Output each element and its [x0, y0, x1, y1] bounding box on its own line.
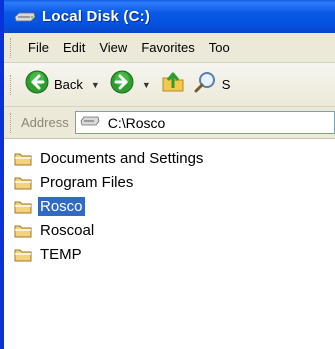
folder-icon — [14, 153, 32, 165]
address-path: C:\Rosco — [107, 114, 166, 131]
menu-edit[interactable]: Edit — [56, 40, 92, 55]
drive-icon — [14, 10, 36, 24]
back-button[interactable]: Back — [21, 68, 87, 102]
menu-favorites[interactable]: Favorites — [134, 40, 201, 55]
folder-label: Program Files — [40, 174, 134, 191]
drive-icon — [80, 114, 100, 132]
address-grip[interactable] — [10, 112, 13, 133]
toolbar-grip[interactable] — [10, 74, 13, 95]
back-dropdown-icon[interactable]: ▼ — [91, 80, 100, 90]
menu-file[interactable]: File — [21, 40, 56, 55]
folder-icon — [14, 249, 32, 261]
folder-label: TEMP — [40, 246, 82, 263]
forward-arrow-icon — [110, 70, 134, 99]
folder-label: Documents and Settings — [40, 150, 204, 167]
folder-item-rosco[interactable]: Rosco — [14, 195, 335, 218]
back-label: Back — [54, 77, 83, 92]
menu-tools[interactable]: Too — [202, 40, 237, 55]
folder-item-roscoal[interactable]: Roscoal — [14, 219, 335, 242]
explorer-window: Local Disk (C:) File Edit View Favorites… — [0, 0, 335, 349]
address-bar: Address C:\Rosco — [4, 107, 335, 139]
folder-icon — [14, 177, 32, 189]
menu-grip[interactable] — [10, 37, 13, 58]
toolbar: Back ▼ ▼ S — [4, 63, 335, 107]
menu-view[interactable]: View — [92, 40, 134, 55]
address-label: Address — [21, 115, 69, 130]
search-icon — [193, 70, 217, 99]
forward-button[interactable] — [106, 68, 138, 102]
search-label: S — [221, 77, 231, 92]
menu-bar: File Edit View Favorites Too — [4, 33, 335, 63]
title-bar[interactable]: Local Disk (C:) — [4, 0, 335, 33]
folder-label: Roscoal — [40, 222, 95, 239]
folder-list: Documents and Settings Program Files Ros… — [4, 139, 335, 349]
folder-item-documents-and-settings[interactable]: Documents and Settings — [14, 147, 335, 170]
window-title: Local Disk (C:) — [42, 8, 151, 25]
search-button[interactable]: S — [189, 68, 235, 102]
up-folder-button[interactable] — [157, 68, 189, 102]
folder-item-temp[interactable]: TEMP — [14, 243, 335, 266]
folder-label: Rosco — [38, 197, 85, 216]
folder-icon — [14, 201, 32, 213]
back-arrow-icon — [25, 70, 49, 99]
folder-item-program-files[interactable]: Program Files — [14, 171, 335, 194]
address-field[interactable]: C:\Rosco — [74, 111, 335, 134]
folder-icon — [14, 225, 32, 237]
up-folder-icon — [161, 70, 185, 99]
forward-dropdown-icon[interactable]: ▼ — [142, 80, 151, 90]
